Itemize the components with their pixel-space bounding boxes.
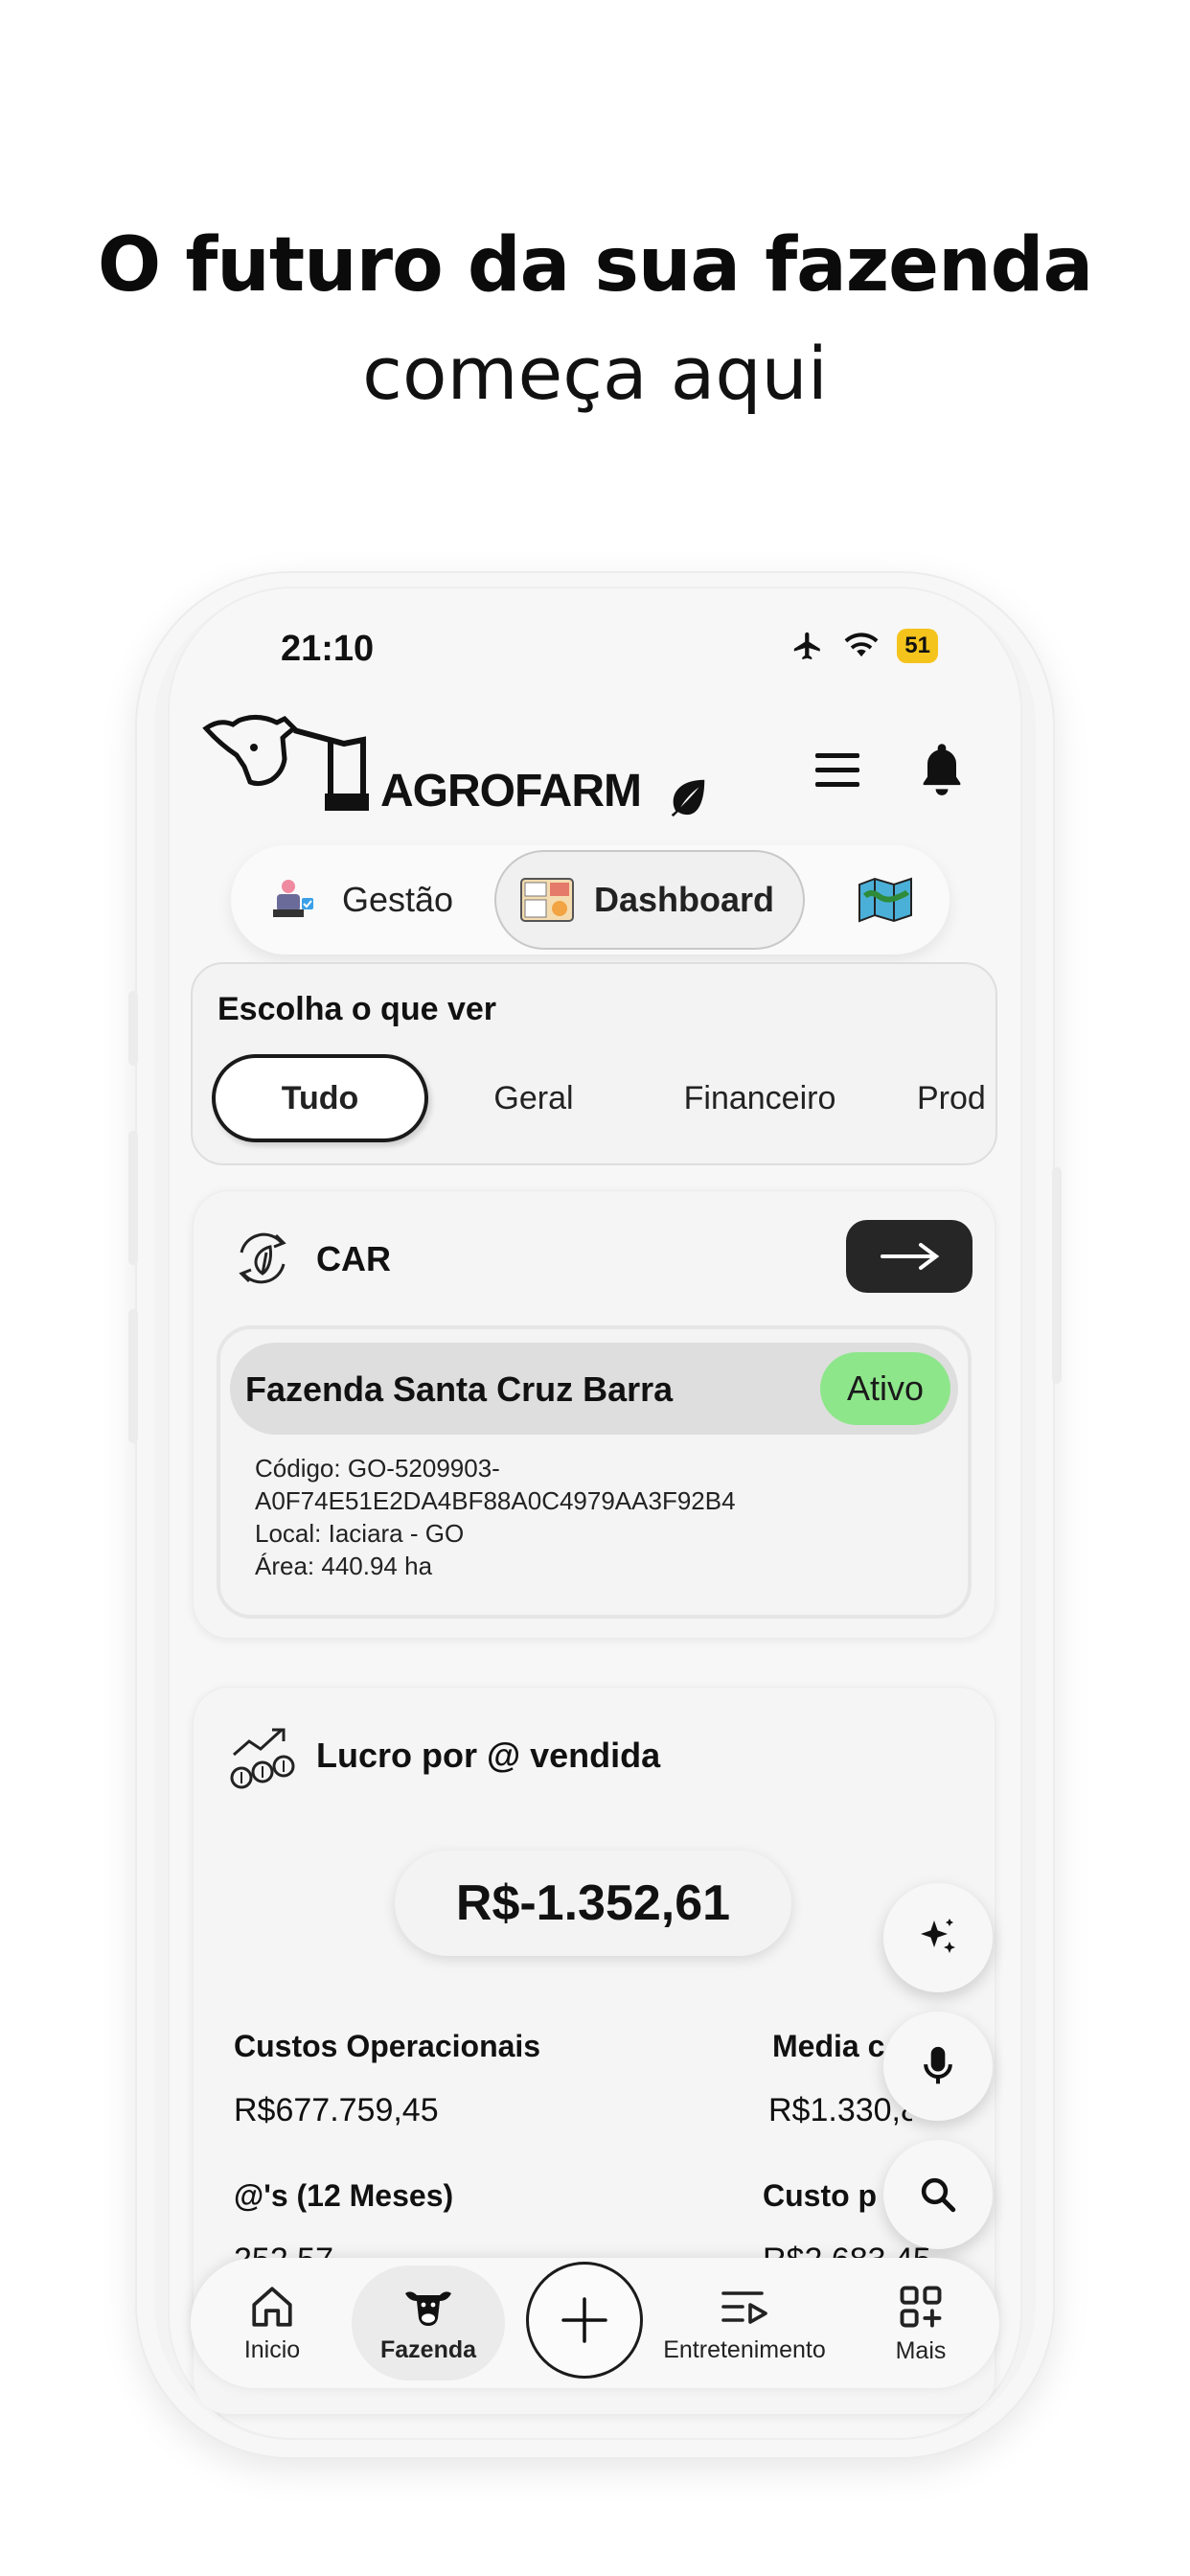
farm-area: Área: 440.94 ha	[255, 1552, 433, 1580]
bottom-tab-bar: Inicio Fazenda Entretenimento Mais	[191, 2258, 999, 2388]
menu-icon[interactable]	[812, 749, 865, 792]
map-icon	[858, 877, 912, 923]
segment-dashboard[interactable]: Dashboard	[494, 850, 806, 950]
manager-icon	[273, 880, 313, 917]
car-card-title: CAR	[316, 1239, 391, 1278]
filter-chip-financeiro[interactable]: Financeiro	[664, 1054, 856, 1142]
farm-info-card[interactable]: Fazenda Santa Cruz Barra Ativo Código: G…	[217, 1325, 972, 1619]
arrow-right-icon	[881, 1243, 940, 1270]
filter-chip-tudo[interactable]: Tudo	[212, 1054, 428, 1142]
farm-code-line1: Código: GO-5209903-	[255, 1454, 500, 1483]
segment-gestao[interactable]: Gestão	[267, 845, 453, 954]
dashboard-icon	[520, 878, 574, 922]
tab-label: Inicio	[243, 2335, 301, 2363]
wifi-icon	[844, 632, 879, 657]
farm-code-line2: A0F74E51E2DA4BF88A0C4979AA3F92B4	[255, 1486, 736, 1515]
filter-title: Escolha o que ver	[217, 991, 496, 1027]
status-icons: 51	[790, 629, 938, 663]
app-logo-text: AGROFARM	[380, 766, 642, 816]
stat-label: Media c	[772, 2029, 885, 2063]
sparkles-icon	[921, 1919, 955, 1953]
phone-side-button	[128, 991, 138, 1066]
profit-value: R$-1.352,61	[395, 1851, 791, 1956]
phone-side-button	[1052, 1167, 1062, 1384]
segment-label: Gestão	[342, 880, 454, 919]
farm-header: Fazenda Santa Cruz Barra Ativo	[230, 1343, 958, 1435]
filter-chip-prod[interactable]: Prod	[917, 1054, 995, 1142]
stat-value: R$1.330,8	[768, 2092, 912, 2128]
playlist-icon	[721, 2290, 767, 2324]
tab-inicio[interactable]: Inicio	[219, 2258, 325, 2388]
car-open-button[interactable]	[846, 1220, 973, 1293]
ai-assistant-button[interactable]	[883, 1883, 993, 1992]
farm-location: Local: Iaciara - GO	[255, 1519, 465, 1548]
section-segment-bar: Gestão Dashboard	[231, 845, 950, 954]
headline-title: O futuro da sua fazenda	[97, 222, 1093, 309]
app-logo: AGROFARM	[200, 711, 705, 826]
filter-chip-geral[interactable]: Geral	[467, 1054, 601, 1142]
home-icon	[252, 2286, 292, 2327]
stat-label: Custos Operacionais	[234, 2029, 541, 2063]
car-card: CAR Fazenda Santa Cruz Barra Ativo Códig…	[193, 1190, 995, 1639]
apps-add-icon	[900, 2286, 942, 2327]
tab-entretenimento[interactable]: Entretenimento	[649, 2258, 840, 2388]
tab-fazenda[interactable]: Fazenda	[352, 2258, 505, 2388]
plus-icon	[561, 2297, 607, 2343]
headline-subtitle: começa aqui	[362, 331, 828, 416]
segment-map[interactable]	[858, 845, 913, 954]
stat-label: @'s (12 Meses)	[234, 2178, 454, 2213]
filter-card: Escolha o que ver Tudo Geral Financeiro …	[191, 962, 997, 1165]
microphone-icon	[924, 2046, 952, 2084]
tab-label: Entretenimento	[663, 2335, 826, 2363]
search-icon	[921, 2177, 956, 2213]
airplane-icon	[794, 632, 821, 660]
leaf-icon	[671, 779, 705, 817]
add-button[interactable]	[526, 2262, 643, 2379]
search-button[interactable]	[883, 2140, 993, 2249]
stat-value: R$677.759,45	[234, 2092, 439, 2128]
profit-card-title: Lucro por @ vendida	[316, 1736, 661, 1775]
stat-label: Custo p	[763, 2178, 878, 2213]
farm-name: Fazenda Santa Cruz Barra	[245, 1369, 674, 1409]
tab-label: Fazenda	[379, 2335, 477, 2363]
voice-button[interactable]	[883, 2012, 993, 2121]
recycle-leaf-icon	[239, 1232, 286, 1284]
phone-side-button	[128, 1131, 138, 1265]
battery-indicator: 51	[897, 629, 938, 663]
bell-icon[interactable]	[917, 740, 967, 797]
cow-icon	[405, 2290, 451, 2326]
phone-side-button	[128, 1309, 138, 1443]
cow-logo-icon	[202, 715, 369, 811]
tab-mais[interactable]: Mais	[873, 2258, 969, 2388]
tab-label: Mais	[895, 2336, 947, 2364]
profit-coins-icon	[230, 1728, 295, 1789]
segment-label: Dashboard	[594, 880, 775, 919]
status-time: 21:10	[281, 629, 375, 669]
status-badge: Ativo	[819, 1352, 950, 1425]
app-screen: 21:10 51 AGROFARM Gestão Dashboard Escol…	[168, 586, 1022, 2440]
